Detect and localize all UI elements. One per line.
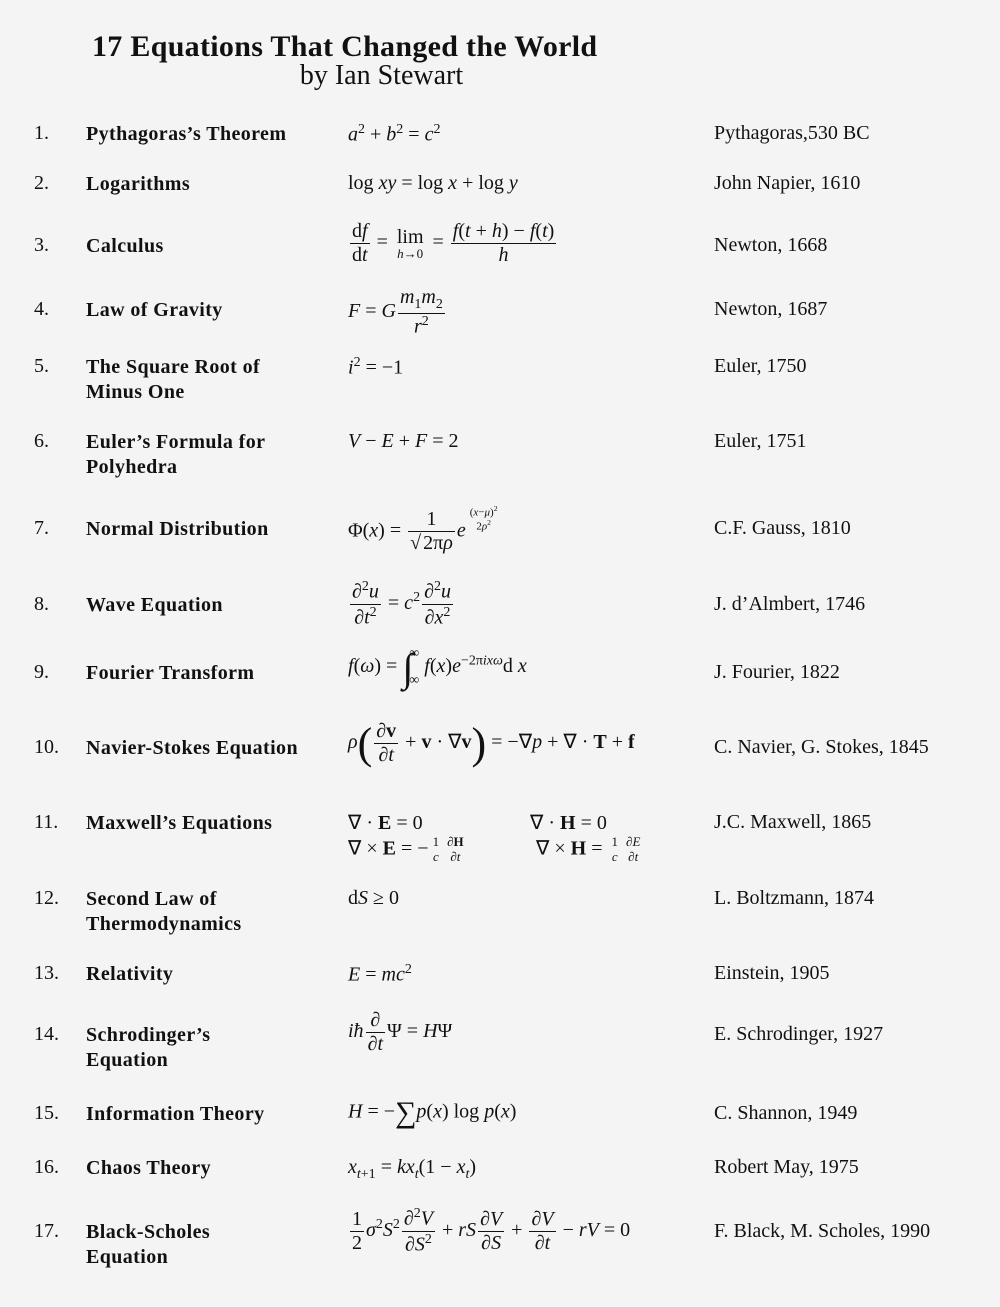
equation-formula: iħ ∂ ∂t Ψ = HΨ [348,1009,453,1055]
equation-name: Schrodinger’s Equation [86,1024,211,1071]
page-title: 17 Equations That Changed the World [92,30,598,63]
equation-name: Navier-Stokes Equation [86,737,298,759]
equation-author: Robert May, 1975 [714,1156,859,1178]
row-number: 5. [34,355,49,377]
equation-name: Normal Distribution [86,518,269,540]
equation-name: Fourier Transform [86,662,255,684]
row-number: 17. [34,1220,59,1242]
equation-formula: ∇ · E = 0 ∇ · H = 0 ∇ × E = −1 c ∂H ∂t ∇ × H … [348,812,641,864]
page-subtitle: by Ian Stewart [299,60,464,91]
equation-author: John Napier, 1610 [714,172,861,194]
equation-formula: f(ω) = ∫ ∞ ∞ f(x)e−2πixωd x [348,645,527,691]
equation-name: Pythagoras’s Theorem [86,123,287,145]
equation-formula: H = −∑p(x) log p(x) [348,1096,517,1129]
equation-name: Black-Scholes Equation [86,1221,211,1268]
equation-name: Chaos Theory [86,1157,212,1179]
row-number: 13. [34,962,59,984]
row-number: 15. [34,1102,59,1124]
equation-author: Einstein, 1905 [714,962,830,984]
equation-formula: F = Gm1m2 r2 [348,286,445,338]
equation-name: Logarithms [86,173,190,195]
row-number: 10. [34,736,59,758]
equation-formula: E = mc2 [348,962,412,986]
equation-name: Law of Gravity [86,299,223,321]
row-number: 4. [34,298,49,320]
equation-author: C. Shannon, 1949 [714,1102,858,1124]
equation-name: Calculus [86,235,164,257]
equation-author: E. Schrodinger, 1927 [714,1023,884,1045]
row-number: 12. [34,887,59,909]
equation-author: L. Boltzmann, 1874 [714,887,874,909]
equation-formula: Φ(x) = 1 √ 2πρ e (x−μ)2 2ρ2 [348,504,498,555]
equation-author: J. Fourier, 1822 [714,661,840,683]
equation-formula: a2 + b2 = c2 [348,122,441,146]
equation-author: Euler, 1751 [714,430,807,452]
equation-name: Information Theory [86,1103,265,1125]
equation-formula: dS ≥ 0 [348,887,399,909]
equation-name: The Square Root of Minus One [86,356,261,403]
equation-name: Euler’s Formula for Polyhedra [86,431,266,478]
equation-author: C.F. Gauss, 1810 [714,517,851,539]
equation-formula: xt+1 = kxt(1 − xt) [348,1156,477,1182]
equation-author: Pythagoras,530 BC [714,122,870,144]
equation-name: Wave Equation [86,594,223,616]
row-number: 3. [34,234,49,256]
equation-formula: log xy = log x + log y [348,172,518,194]
equation-name: Second Law of Thermodynamics [86,888,242,935]
equation-formula: ρ(∂v ∂t + v · ∇v) = −∇p + ∇ · T + f [348,719,635,768]
row-number: 1. [34,122,49,144]
equation-formula: df dt = lim h→0 = f(t + h) − f(t) h [350,220,557,266]
equation-author: Newton, 1687 [714,298,828,320]
equation-formula: 1 2 σ2S2 ∂2V ∂S2 + rS ∂V ∂S + ∂V ∂t − rV = 0 [350,1206,631,1256]
equation-author: Euler, 1750 [714,355,807,377]
row-number: 14. [34,1023,59,1045]
row-number: 8. [34,593,49,615]
equation-author: F. Black, M. Scholes, 1990 [714,1220,931,1242]
equation-author: J. d’Almbert, 1746 [714,593,866,615]
equation-author: Newton, 1668 [714,234,828,256]
row-number: 2. [34,172,49,194]
row-number: 6. [34,430,49,452]
equation-formula: V − E + F = 2 [348,430,459,452]
equation-formula: i2 = −1 [348,355,404,379]
equation-name: Relativity [86,963,174,985]
equation-formula: ∂2u ∂t2 = c2 ∂2u ∂x2 [350,579,453,629]
equation-name: Maxwell’s Equations [86,812,273,834]
equation-author: J.C. Maxwell, 1865 [714,811,872,833]
row-number: 7. [34,517,49,539]
row-number: 11. [34,811,59,833]
row-number: 9. [34,661,49,683]
row-number: 16. [34,1156,59,1178]
equation-author: C. Navier, G. Stokes, 1845 [714,736,929,758]
